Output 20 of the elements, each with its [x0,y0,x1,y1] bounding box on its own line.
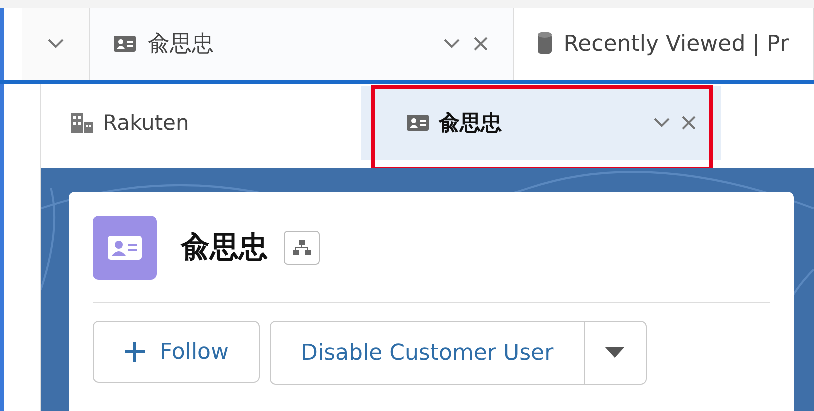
plus-icon [124,341,146,363]
close-icon[interactable] [472,36,489,52]
hierarchy-button[interactable] [284,231,320,265]
workspace-tab[interactable]: 兪思忠 [90,8,514,80]
cylinder-icon [538,32,552,56]
contact-card-icon [114,36,136,52]
close-icon[interactable] [681,115,697,131]
subtab[interactable]: Rakuten [41,86,361,160]
chevron-down-icon[interactable] [46,38,65,50]
hierarchy-icon [293,240,311,256]
contact-avatar-icon [93,216,157,280]
caret-down-icon [605,347,626,359]
follow-button[interactable]: Follow [93,321,260,383]
more-actions-button[interactable] [584,322,646,384]
contact-card-icon [407,115,429,131]
chevron-down-icon[interactable] [442,38,461,50]
subtab[interactable]: 兪思忠 [361,86,721,160]
building-icon [71,113,93,133]
record-title: 兪思忠 [181,229,268,266]
chevron-down-icon[interactable] [653,117,671,129]
